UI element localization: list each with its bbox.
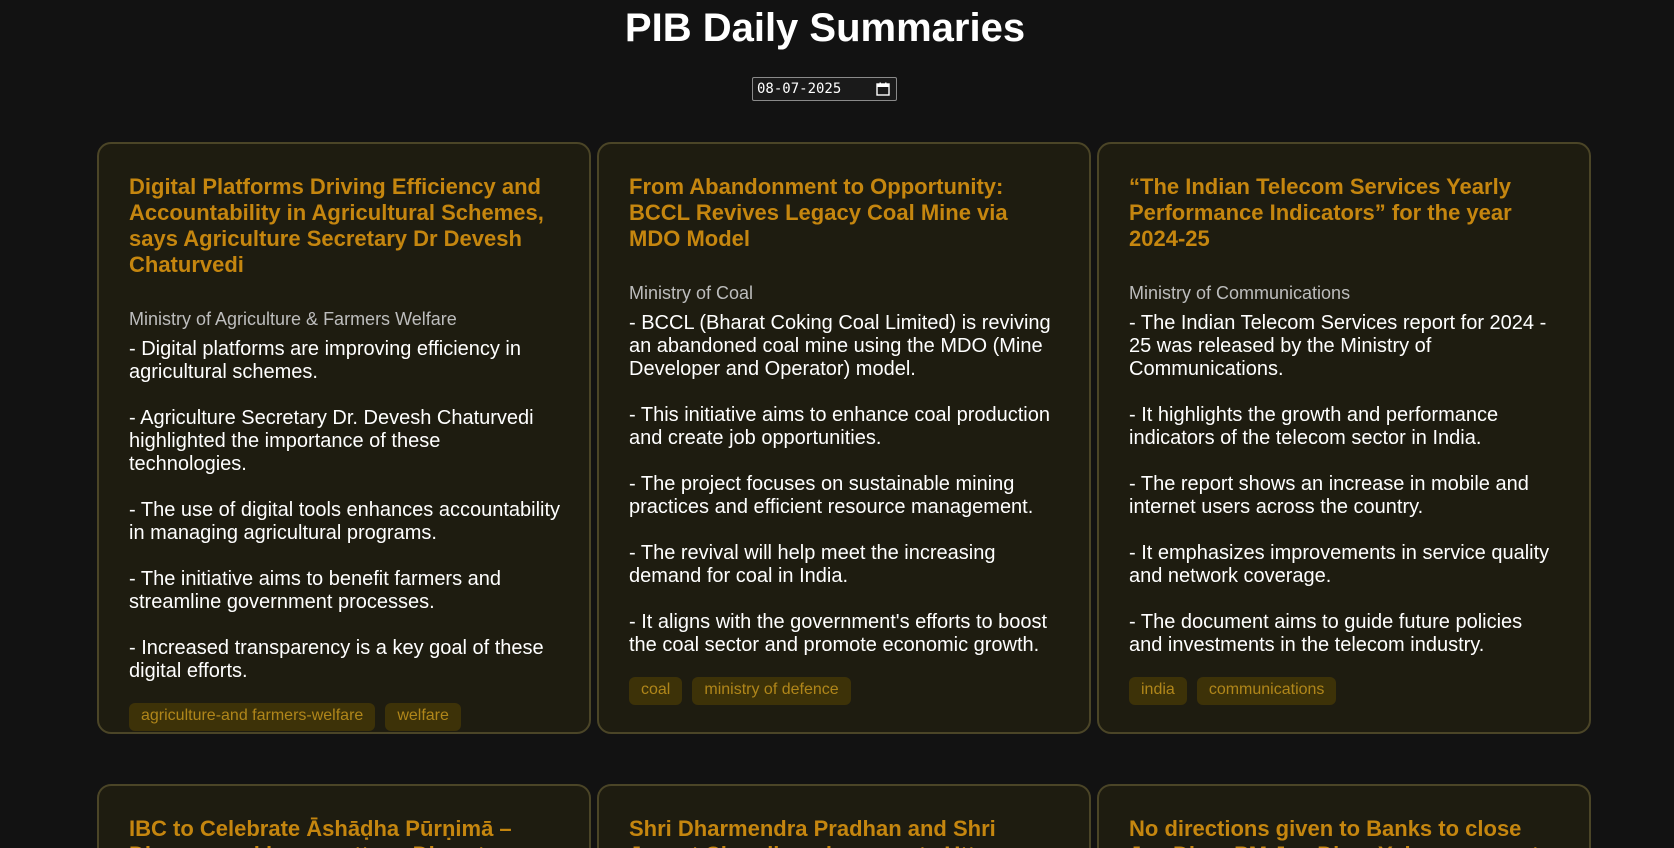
summary-card: No directions given to Banks to close Ja…	[1097, 784, 1591, 848]
card-title[interactable]: Digital Platforms Driving Efficiency and…	[129, 174, 561, 278]
summary-point: - The document aims to guide future poli…	[1129, 611, 1523, 656]
card-summary: - BCCL (Bharat Coking Coal Limited) is r…	[629, 312, 1061, 657]
summary-point: - The use of digital tools enhances acco…	[129, 499, 561, 544]
card-summary: - Digital platforms are improving effici…	[129, 338, 561, 683]
summary-point: - The initiative aims to benefit farmers…	[129, 568, 502, 613]
summary-point: - The revival will help meet the increas…	[629, 542, 996, 587]
summary-card: IBC to Celebrate Āshāḍha Pūrṇimā – Dhamm…	[97, 784, 591, 848]
tag[interactable]: india	[1129, 677, 1187, 705]
summary-point: - It highlights the growth and performan…	[1129, 404, 1499, 449]
calendar-icon[interactable]	[876, 82, 890, 96]
card-title[interactable]: No directions given to Banks to close Ja…	[1129, 816, 1561, 848]
page-title: PIB Daily Summaries	[624, 6, 1026, 50]
summary-point: - BCCL (Bharat Coking Coal Limited) is r…	[629, 312, 1051, 380]
card-ministry: Ministry of Communications	[1129, 283, 1351, 303]
tag[interactable]: agriculture-and farmers-welfare	[129, 703, 376, 731]
summary-card: Shri Dharmendra Pradhan and Shri Jayant …	[597, 784, 1091, 848]
card-title[interactable]: “The Indian Telecom Services Yearly Perf…	[1129, 174, 1561, 252]
summary-point: - Digital platforms are improving effici…	[129, 338, 522, 383]
summary-point: - Agriculture Secretary Dr. Devesh Chatu…	[129, 407, 534, 475]
summary-point: - It emphasizes improvements in service …	[1129, 542, 1550, 587]
card-summary: - The Indian Telecom Services report for…	[1129, 312, 1561, 657]
card-ministry: Ministry of Coal	[629, 283, 754, 303]
card-ministry: Ministry of Agriculture & Farmers Welfar…	[129, 309, 457, 329]
date-picker[interactable]: 08-07-2025	[752, 77, 897, 101]
summary-card: Digital Platforms Driving Efficiency and…	[97, 142, 591, 734]
summary-point: - It aligns with the government's effort…	[629, 611, 1048, 656]
summary-card: From Abandonment to Opportunity: BCCL Re…	[597, 142, 1091, 734]
tag-list: coal ministry of defence	[629, 677, 1061, 705]
summary-point: - Increased transparency is a key goal o…	[129, 637, 544, 682]
summary-point: - The project focuses on sustainable min…	[629, 473, 1034, 518]
tag-list: india communications	[1129, 677, 1561, 705]
summary-point: - The Indian Telecom Services report for…	[1129, 312, 1547, 380]
card-title[interactable]: From Abandonment to Opportunity: BCCL Re…	[629, 174, 1061, 252]
card-title[interactable]: Shri Dharmendra Pradhan and Shri Jayant …	[629, 816, 1061, 848]
tag[interactable]: communications	[1196, 677, 1337, 705]
tag[interactable]: ministry of defence	[692, 677, 851, 705]
date-value[interactable]: 08-07-2025	[753, 81, 876, 97]
summary-point: - This initiative aims to enhance coal p…	[629, 404, 1050, 449]
summary-point: - The report shows an increase in mobile…	[1129, 473, 1529, 518]
card-title[interactable]: IBC to Celebrate Āshāḍha Pūrṇimā – Dhamm…	[129, 816, 561, 848]
summary-card: “The Indian Telecom Services Yearly Perf…	[1097, 142, 1591, 734]
tag[interactable]: coal	[629, 677, 683, 705]
tag[interactable]: welfare	[385, 703, 461, 731]
tag-list: agriculture-and farmers-welfare welfare	[129, 703, 561, 731]
